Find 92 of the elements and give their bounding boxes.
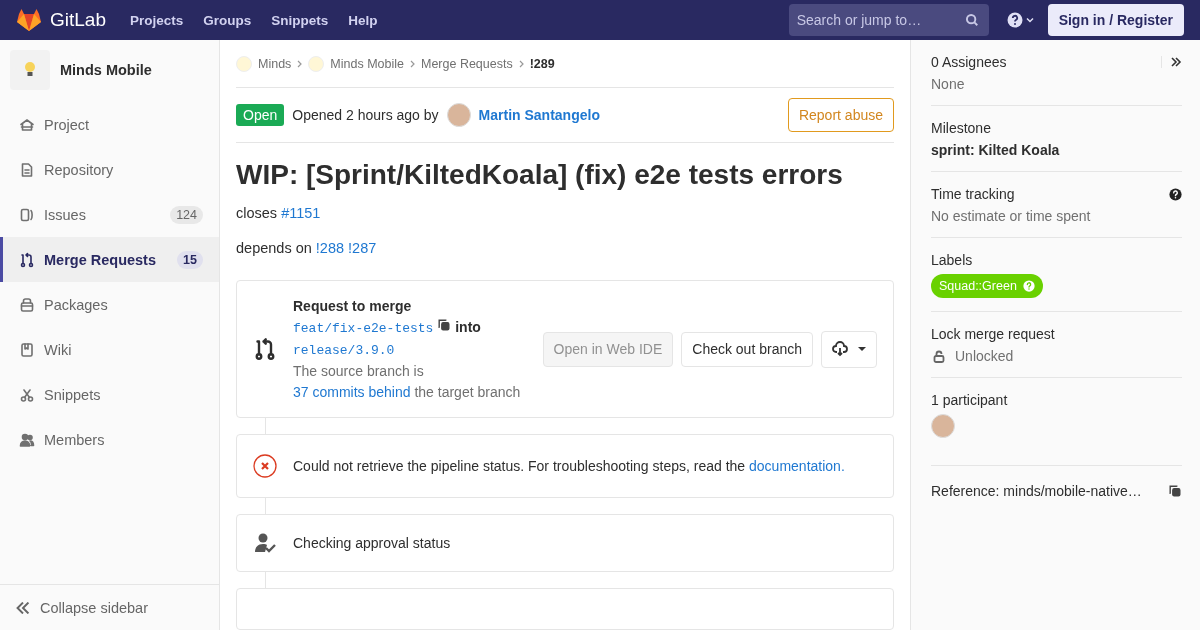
chevron-icon [297,59,303,68]
chevron-icon [410,59,415,68]
reference-text: Reference: minds/mobile-native… [931,483,1142,499]
branch-status-text: The source branch is [293,362,424,379]
commits-behind-link[interactable]: 37 commits behind [293,383,411,400]
approval-status-text: Checking approval status [293,535,451,551]
sidebar-item[interactable]: Project [0,102,219,147]
project-name[interactable]: Minds Mobile [60,62,152,78]
count-badge: 124 [170,205,203,224]
opened-text: Opened 2 hours ago by [292,107,439,123]
merge-request-icon [19,251,35,268]
merge-request-title: WIP: [Sprint/KiltedKoala] (fix) e2e tests errors [236,159,844,191]
chevron-icon [518,59,524,68]
assignees-value: None [931,76,966,92]
double-chevron-icon [16,601,30,614]
lock-value: Unlocked [955,348,1014,364]
sidebar-item[interactable]: Wiki [0,327,219,372]
logo-text[interactable]: GitLab [50,9,106,31]
widget-heading: Request to merge [293,296,413,316]
expand-icon[interactable] [1170,56,1182,68]
home-icon [19,116,35,133]
into-text: into [455,318,481,335]
issue-link[interactable]: #1151 [281,205,321,221]
breadcrumb-link[interactable]: Minds [258,56,292,71]
pipeline-status-text: Could not retrieve the pipeline status. For troubleshooting steps, read the [293,458,746,474]
report-abuse-button[interactable]: Report abuse [787,98,894,132]
sidebar-item[interactable]: Packages [0,282,219,327]
description-text: closes [236,205,278,221]
source-branch-link[interactable]: feat/fix-e2e-tests [293,320,434,336]
time-tracking-value: No estimate or time spent [931,208,1092,224]
user-check-icon [253,532,277,554]
breadcrumb-link[interactable]: Minds Mobile [330,56,404,71]
copy-icon[interactable] [437,317,452,332]
milestone-value[interactable]: sprint: Kilted Koala [931,142,1182,158]
sidebar-item[interactable]: Snippets [0,372,219,417]
author-link[interactable]: Martin Santangelo [478,107,600,123]
download-dropdown[interactable] [821,330,877,368]
sidebar-item[interactable]: Members [0,417,219,462]
description-text: depends on [236,240,312,256]
sidebar-item-label: Repository [44,161,115,178]
sidebar-item[interactable]: Merge Requests 15 [0,237,219,282]
breadcrumb-link[interactable]: !289 [529,56,555,71]
target-branch-link[interactable]: release/3.9.0 [293,342,395,358]
search-field[interactable]: Search or jump to… [788,4,989,36]
time-tracking-title: Time tracking [931,186,1015,202]
lock-title: Lock merge request [931,326,1055,342]
sidebar-item[interactable]: Repository [0,147,219,192]
book-icon [19,341,35,358]
sidebar-item-label: Project [44,116,91,133]
documentation-link[interactable]: documentation. [749,458,845,474]
count-badge: 15 [177,250,203,269]
caret-icon[interactable] [1025,17,1034,23]
collapse-sidebar-button[interactable]: Collapse sidebar [0,584,219,630]
sidebar-item-label: Wiki [44,341,73,358]
participants-title: 1 participant [931,392,1008,408]
sidebar-item[interactable]: Issues 124 [0,192,219,237]
nav-link[interactable]: Snippets [271,12,329,28]
document-icon [19,161,35,178]
merge-request-icon [253,337,277,361]
help-icon[interactable] [1006,12,1023,28]
cloud-download-icon [832,341,848,357]
unlocked-icon [933,349,945,363]
nav-link[interactable]: Groups [203,12,252,28]
sidebar-item-label: Merge Requests [44,251,157,268]
group-avatar-icon [236,55,252,72]
nav-link[interactable]: Projects [130,12,184,28]
breadcrumb-link[interactable]: Merge Requests [421,56,513,71]
error-icon [253,454,277,478]
sign-in-button[interactable]: Sign in / Register [1047,4,1184,36]
copy-icon[interactable] [1168,484,1182,498]
issue-link[interactable]: !288 [315,240,345,256]
issues-icon [19,206,35,223]
package-icon [19,296,35,313]
scissors-icon [19,386,35,403]
branch-status-text: the target branch [414,383,521,400]
labels-title: Labels [931,252,973,268]
issue-link[interactable]: !287 [348,240,377,256]
widget-button[interactable]: Check out branch [681,331,813,367]
sidebar-item-label: Snippets [44,386,102,403]
status-badge: Open [236,104,285,126]
sidebar-item-label: Packages [44,296,109,313]
milestone-title: Milestone [931,120,991,136]
search-icon [964,13,979,27]
help-icon[interactable] [1169,187,1182,201]
caret-icon [858,347,866,351]
nav-link[interactable]: Help [348,12,378,28]
fox-logo-icon[interactable] [16,8,42,32]
users-icon [19,431,35,448]
sidebar-item-label: Members [44,431,106,448]
sidebar-item-label: Issues [44,206,87,223]
assignees-title: 0 Assignees [931,54,1007,70]
group-avatar-icon [308,55,325,72]
